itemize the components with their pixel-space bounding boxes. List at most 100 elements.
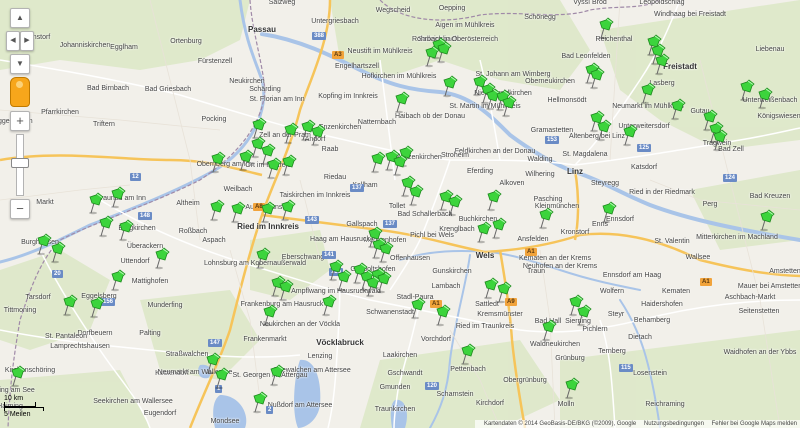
pushpin-marker-icon[interactable] (639, 81, 657, 105)
zoom-slider-track[interactable] (11, 134, 29, 196)
pan-left-button[interactable]: ◀ (6, 31, 20, 51)
pushpin-marker-icon[interactable] (537, 206, 555, 230)
place-label: Johanniskirchen (59, 42, 111, 49)
place-label: Kremsmünster (477, 311, 523, 318)
place-label: Pocking (201, 116, 227, 123)
place-label: Ansfelden (517, 236, 549, 243)
pushpin-marker-icon[interactable] (423, 44, 441, 68)
place-label: Neukirchen (229, 78, 265, 85)
zoom-out-button[interactable]: − (10, 199, 30, 219)
pushpin-marker-icon[interactable] (49, 240, 67, 264)
pushpin-marker-icon[interactable] (261, 303, 279, 327)
place-label: Hellmonsödt (547, 97, 587, 104)
pushpin-marker-icon[interactable] (208, 198, 226, 222)
pushpin-marker-icon[interactable] (738, 78, 756, 102)
pan-right-button[interactable]: ▶ (20, 31, 34, 51)
pushpin-marker-icon[interactable] (490, 216, 508, 240)
pan-up-button[interactable]: ▲ (10, 8, 30, 28)
pushpin-marker-icon[interactable] (446, 193, 464, 217)
place-label: Behamberg (633, 317, 671, 324)
pushpin-marker-icon[interactable] (265, 156, 283, 180)
road-number-shield: A3 (332, 51, 344, 59)
pushpin-marker-icon[interactable] (621, 123, 639, 147)
pushpin-marker-icon[interactable] (711, 128, 729, 152)
pushpin-marker-icon[interactable] (309, 123, 327, 147)
pushpin-marker-icon[interactable] (97, 214, 115, 238)
pushpin-marker-icon[interactable] (209, 150, 227, 174)
terms-link[interactable]: Nutzungsbedingungen (644, 421, 704, 427)
map-canvas[interactable]: Salzweg Wegscheid Oepping Sarleinsbach Schön… (0, 0, 800, 428)
pan-down-button[interactable]: ▼ (10, 54, 30, 74)
pushpin-marker-icon[interactable] (669, 97, 687, 121)
street-view-pegman-icon[interactable] (10, 77, 30, 107)
pushpin-marker-icon[interactable] (563, 376, 581, 400)
place-label: Aigen im Mühlkreis (435, 22, 495, 29)
pushpin-marker-icon[interactable] (495, 280, 513, 304)
pushpin-marker-icon[interactable] (653, 52, 671, 76)
pushpin-marker-icon[interactable] (540, 318, 558, 342)
pushpin-marker-icon[interactable] (500, 94, 518, 118)
place-label: Vorchdorf (421, 336, 451, 343)
pushpin-marker-icon[interactable] (61, 293, 79, 317)
place-label: Lenzing (307, 353, 333, 360)
pushpin-marker-icon[interactable] (320, 293, 338, 317)
pushpin-marker-icon[interactable] (600, 200, 618, 224)
place-label: Pichlern (582, 326, 608, 333)
place-label: Leopoldschlag (639, 0, 685, 6)
pushpin-marker-icon[interactable] (277, 278, 295, 302)
road-number-shield: 388 (312, 32, 327, 40)
road-number-shield: 20 (52, 270, 63, 278)
place-label: Tarsdorf (25, 294, 51, 301)
pushpin-marker-icon[interactable] (377, 240, 395, 264)
pushpin-marker-icon[interactable] (595, 118, 613, 142)
report-error-link[interactable]: Fehler bei Google Maps melden (712, 421, 797, 427)
pushpin-marker-icon[interactable] (407, 183, 425, 207)
pushpin-marker-icon[interactable] (229, 200, 247, 224)
road-number-shield: 148 (138, 212, 153, 220)
pushpin-marker-icon[interactable] (117, 218, 135, 242)
pushpin-marker-icon[interactable] (109, 185, 127, 209)
place-label: Mitterkirchen im Machland (696, 234, 778, 241)
place-label: Aschbach-Markt (724, 294, 776, 301)
pushpin-marker-icon[interactable] (597, 16, 615, 40)
place-label: Walding (527, 156, 553, 163)
pushpin-marker-icon[interactable] (393, 90, 411, 114)
place-label: Traun (526, 268, 546, 275)
pushpin-marker-icon[interactable] (109, 268, 127, 292)
pushpin-marker-icon[interactable] (441, 74, 459, 98)
pushpin-marker-icon[interactable] (254, 246, 272, 270)
pushpin-marker-icon[interactable] (575, 303, 593, 327)
road-number-shield: 125 (637, 144, 652, 152)
place-label: Linz (567, 167, 583, 176)
pushpin-marker-icon[interactable] (485, 188, 503, 212)
pushpin-marker-icon[interactable] (259, 200, 277, 224)
place-label: Egglham (110, 44, 138, 51)
pushpin-marker-icon[interactable] (251, 390, 269, 414)
pushpin-marker-icon[interactable] (279, 198, 297, 222)
road-number-shield: 153 (545, 136, 560, 144)
pushpin-marker-icon[interactable] (459, 342, 477, 366)
pushpin-marker-icon[interactable] (153, 246, 171, 270)
pushpin-marker-icon[interactable] (213, 366, 231, 390)
pushpin-marker-icon[interactable] (409, 296, 427, 320)
pushpin-marker-icon[interactable] (588, 66, 606, 90)
road-number-shield: 137 (383, 220, 398, 228)
place-label: Scharnstein (436, 391, 474, 398)
zoom-in-button[interactable]: + (10, 111, 30, 131)
pushpin-marker-icon[interactable] (87, 191, 105, 215)
place-label: Windhaag bei Freistadt (654, 11, 726, 18)
pushpin-marker-icon[interactable] (282, 121, 300, 145)
pushpin-marker-icon[interactable] (375, 270, 393, 294)
pushpin-marker-icon[interactable] (88, 295, 106, 319)
pushpin-marker-icon[interactable] (434, 303, 452, 327)
place-label: Rohrbach in Oberösterreich (412, 36, 498, 43)
place-label: Wolfern (600, 288, 624, 295)
pushpin-marker-icon[interactable] (758, 208, 776, 232)
pushpin-marker-icon[interactable] (268, 363, 286, 387)
zoom-slider-handle[interactable] (11, 158, 29, 168)
pushpin-marker-icon[interactable] (756, 86, 774, 110)
place-label: Haidershofen (641, 301, 683, 308)
place-label: Ried im Traunkreis (455, 323, 515, 330)
pushpin-marker-icon[interactable] (9, 364, 27, 388)
pushpin-marker-icon[interactable] (237, 148, 255, 172)
